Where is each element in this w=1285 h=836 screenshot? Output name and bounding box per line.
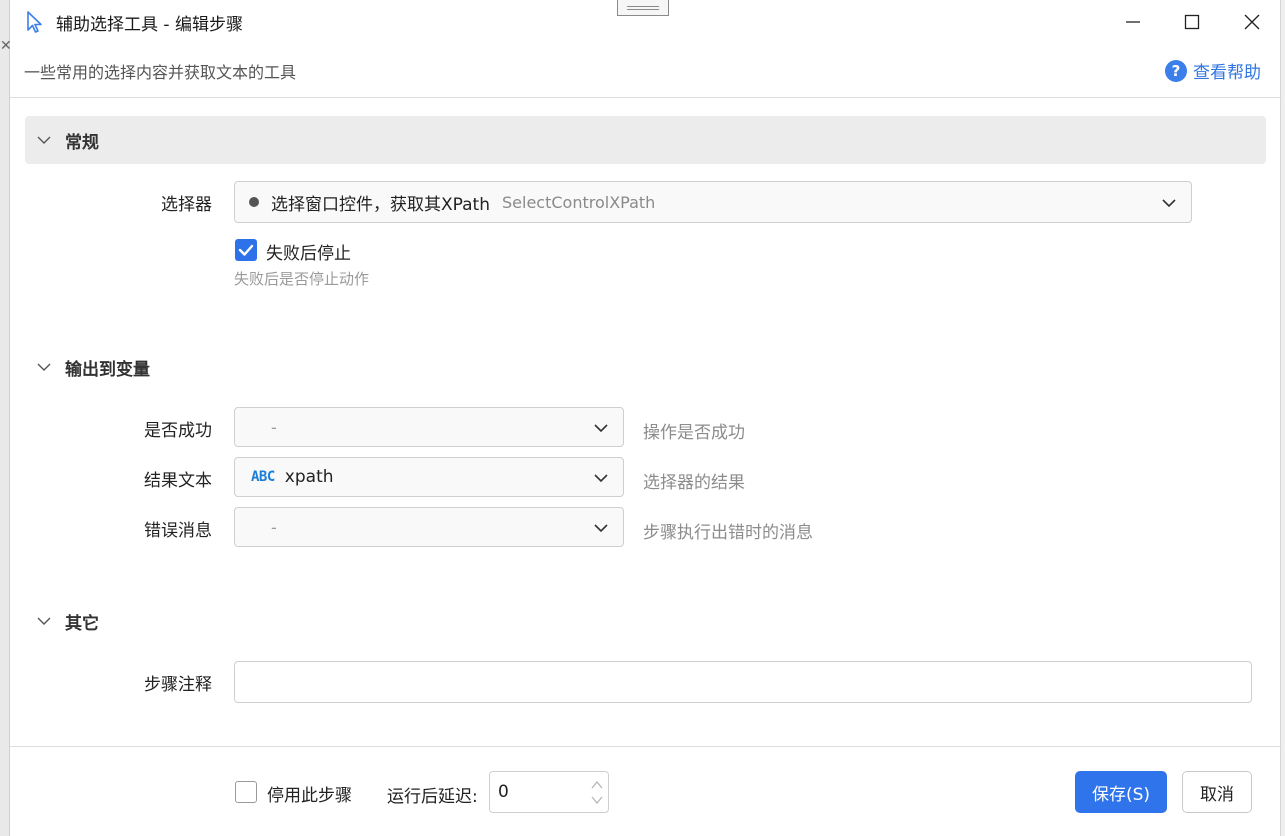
minimize-button[interactable] [1103, 0, 1163, 44]
selector-value: 选择窗口控件，获取其XPath [271, 194, 490, 215]
section-general-header[interactable]: 常规 [25, 116, 1266, 164]
close-icon [1244, 14, 1260, 30]
minimize-icon [1126, 21, 1140, 23]
spin-up-icon[interactable] [590, 779, 604, 791]
output-error-label: 错误消息 [144, 521, 212, 541]
output-success-label: 是否成功 [144, 421, 212, 441]
chevron-down-icon [37, 136, 51, 144]
output-error-value: - [271, 517, 277, 537]
selector-dropdown[interactable]: 选择窗口控件，获取其XPath SelectControlXPath [234, 181, 1192, 223]
maximize-icon [1184, 14, 1200, 30]
stop-on-fail-description: 失败后是否停止动作 [234, 270, 370, 288]
delay-label: 运行后延迟: [387, 787, 478, 807]
spin-down-icon[interactable] [590, 794, 604, 806]
background-window-edge-right [1280, 0, 1285, 836]
chevron-down-icon [594, 424, 608, 433]
section-output-header[interactable]: 输出到变量 [25, 343, 1266, 391]
comment-input[interactable] [234, 661, 1252, 703]
window-subtitle: 一些常用的选择内容并获取文本的工具 [24, 63, 297, 82]
header-divider [10, 97, 1281, 98]
delay-input[interactable]: 0 [489, 771, 609, 813]
maximize-button[interactable] [1162, 0, 1222, 44]
help-icon: ? [1165, 59, 1187, 82]
chevron-down-icon [594, 474, 608, 483]
output-error-hint: 步骤执行出错时的消息 [643, 523, 813, 543]
selector-label: 选择器 [161, 195, 212, 215]
section-other-header[interactable]: 其它 [25, 597, 1266, 645]
chevron-down-icon [37, 617, 51, 625]
output-result-value: xpath [284, 467, 334, 487]
stop-on-fail-checkbox[interactable] [235, 239, 257, 261]
output-result-hint: 选择器的结果 [643, 473, 745, 493]
selector-subvalue: SelectControlXPath [502, 192, 656, 212]
output-success-value: - [271, 417, 277, 437]
section-general-title: 常规 [65, 132, 99, 153]
chevron-down-icon [1162, 199, 1176, 208]
save-button[interactable]: 保存(S) [1075, 771, 1167, 813]
output-success-dropdown[interactable]: - [234, 407, 624, 447]
check-icon [238, 244, 254, 256]
footer-divider [10, 746, 1281, 747]
drag-handle[interactable] [617, 0, 669, 16]
section-output-title: 输出到变量 [65, 359, 150, 380]
chevron-down-icon [594, 524, 608, 533]
output-result-dropdown[interactable]: ABC xpath [234, 457, 624, 497]
close-button[interactable] [1222, 0, 1282, 44]
stop-on-fail-label: 失败后停止 [266, 244, 351, 264]
cursor-icon [27, 11, 42, 33]
bullet-icon [249, 197, 259, 207]
delay-value: 0 [498, 782, 509, 802]
section-other-title: 其它 [65, 613, 99, 634]
background-window-edge [0, 0, 10, 836]
disable-step-checkbox[interactable] [235, 781, 257, 803]
output-result-label: 结果文本 [144, 471, 212, 491]
window-title: 辅助选择工具 - 编辑步骤 [56, 15, 243, 35]
help-link-text: 查看帮助 [1193, 63, 1261, 83]
output-success-hint: 操作是否成功 [643, 423, 745, 443]
help-link[interactable]: ? 查看帮助 [1165, 58, 1261, 83]
disable-step-label: 停用此步骤 [267, 786, 352, 806]
chevron-down-icon [37, 363, 51, 371]
text-type-icon: ABC [251, 469, 275, 485]
comment-label: 步骤注释 [144, 675, 212, 695]
output-error-dropdown[interactable]: - [234, 507, 624, 547]
title-bar[interactable]: 辅助选择工具 - 编辑步骤 [10, 0, 1281, 44]
cancel-button[interactable]: 取消 [1182, 771, 1252, 813]
